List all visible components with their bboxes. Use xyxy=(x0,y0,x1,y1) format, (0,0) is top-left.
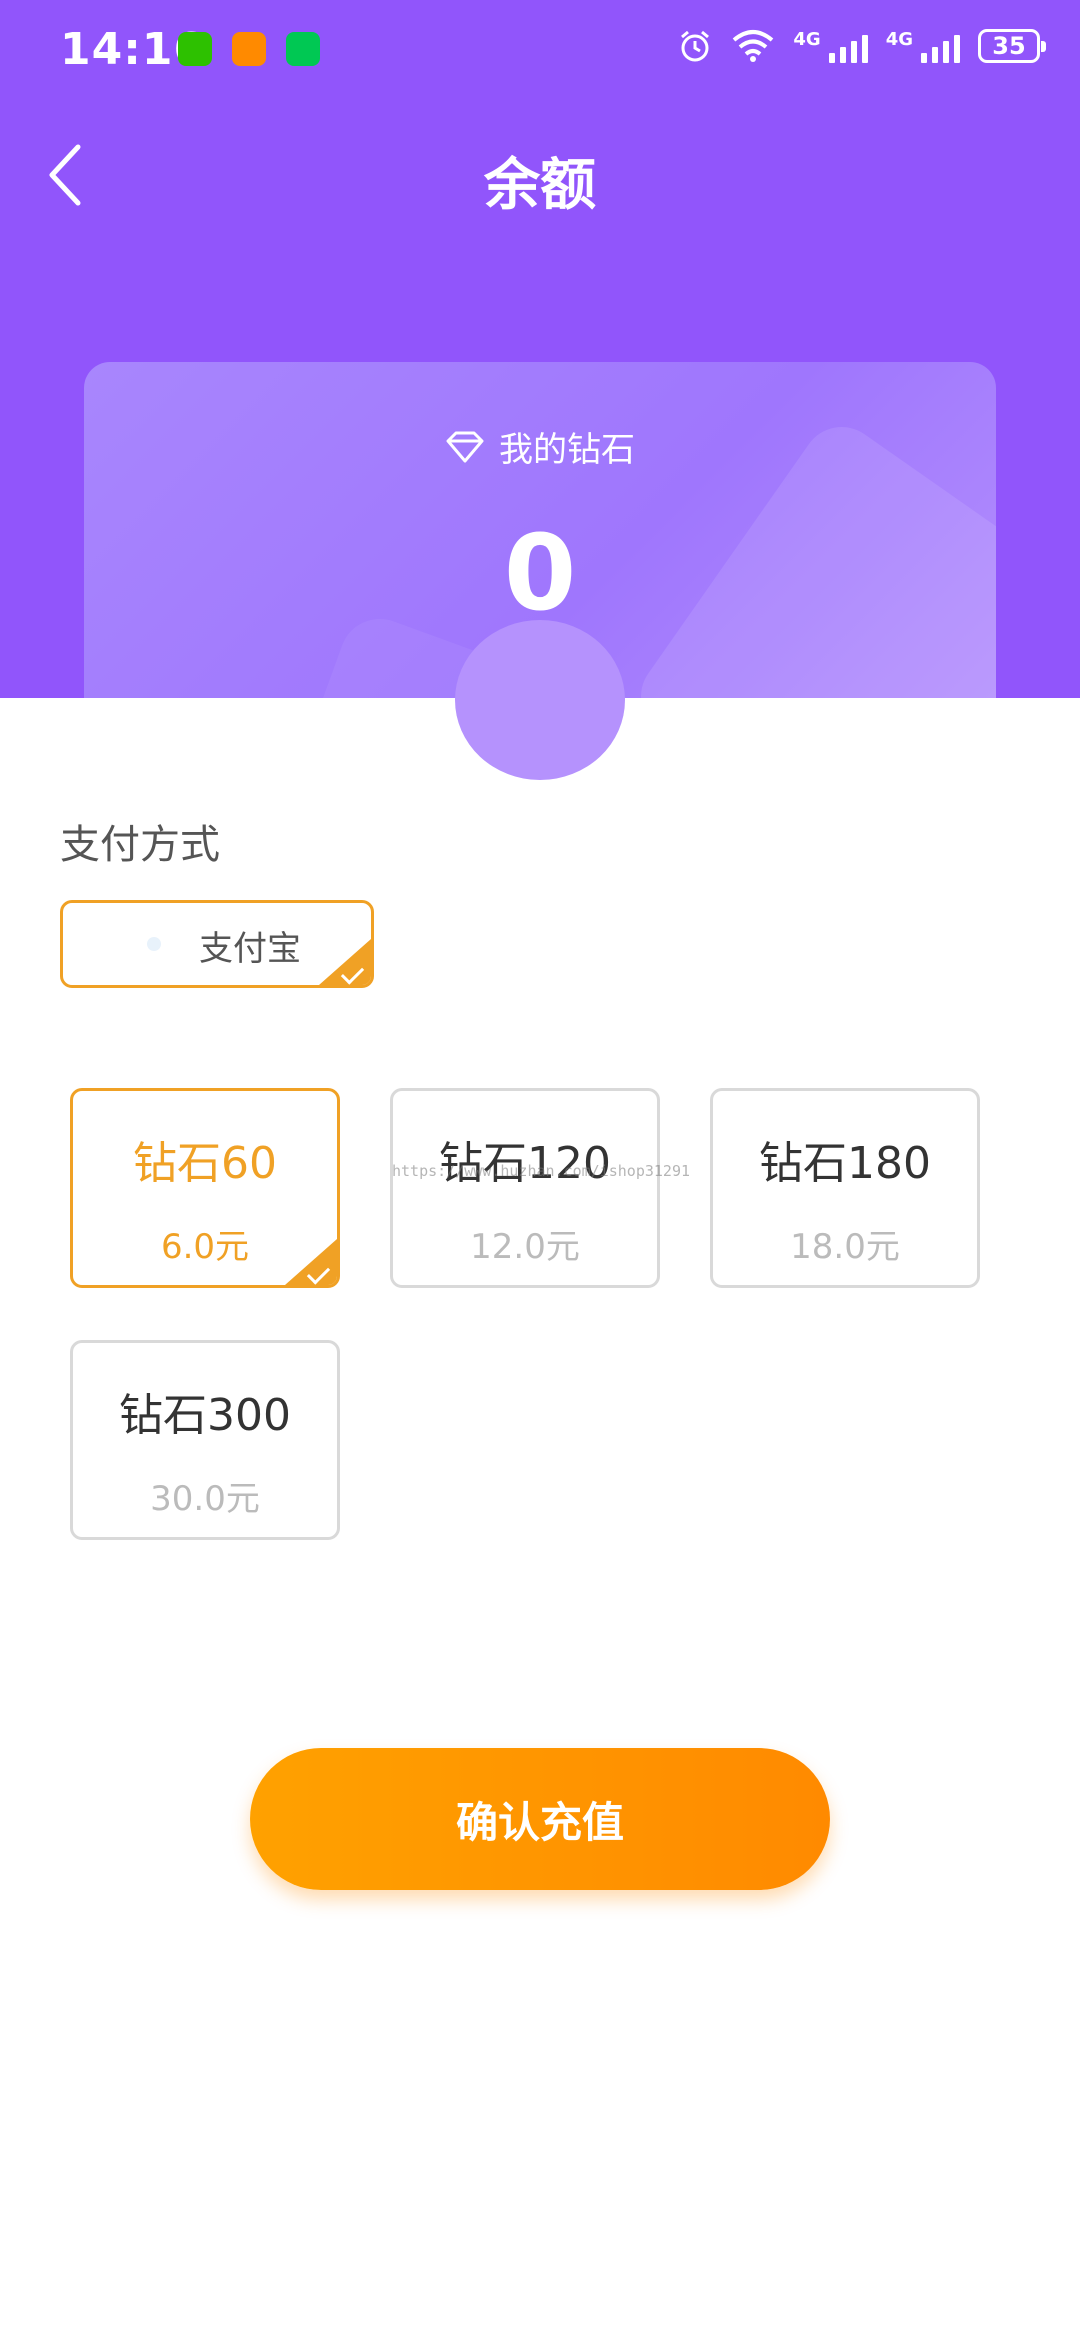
payment-method-title: 支付方式 xyxy=(60,822,220,868)
package-option-180[interactable]: 钻石180 18.0元 xyxy=(710,1088,980,1288)
package-option-300[interactable]: 钻石300 30.0元 xyxy=(70,1340,340,1540)
package-price: 30.0元 xyxy=(150,1479,260,1519)
alarm-icon xyxy=(681,30,710,62)
balance-value: 0 xyxy=(503,512,577,634)
status-right: 4G 4G 35 xyxy=(677,28,1046,64)
package-name: 钻石120 xyxy=(439,1138,611,1189)
iqiyi-icon xyxy=(286,32,320,66)
notification-icons xyxy=(178,32,320,66)
wechat-icon xyxy=(178,32,212,66)
network-type-1: 4G xyxy=(793,28,821,50)
diamond-icon xyxy=(446,431,484,462)
watermark-text: https://www.huzhan.com/ishop31291 xyxy=(392,1162,691,1180)
package-name: 钻石60 xyxy=(133,1138,277,1189)
wifi-icon xyxy=(733,30,774,62)
payment-option-alipay[interactable]: 支付宝 xyxy=(60,900,374,988)
balance-label-row: 我的钻石 xyxy=(84,422,996,471)
alipay-icon xyxy=(147,937,161,951)
network-type-2: 4G xyxy=(885,28,913,50)
video-app-icon xyxy=(232,32,266,66)
package-price: 18.0元 xyxy=(790,1227,900,1267)
package-name: 钻石300 xyxy=(119,1390,291,1441)
package-option-120[interactable]: 钻石120 12.0元 xyxy=(390,1088,660,1288)
payment-option-label: 支付宝 xyxy=(199,929,301,969)
package-option-60[interactable]: 钻石60 6.0元 xyxy=(70,1088,340,1288)
page-title: 余额 xyxy=(484,153,596,218)
signal-icon-1 xyxy=(828,29,868,63)
package-price: 12.0元 xyxy=(470,1227,580,1267)
package-name: 钻石180 xyxy=(759,1138,931,1189)
signal-icon-2 xyxy=(921,29,960,63)
confirm-recharge-button[interactable]: 确认充值 xyxy=(250,1748,830,1890)
status-bar: 14:16 4G 4G 35 xyxy=(0,0,1080,100)
balance-label: 我的钻石 xyxy=(499,430,635,470)
battery-indicator: 35 xyxy=(978,29,1046,63)
